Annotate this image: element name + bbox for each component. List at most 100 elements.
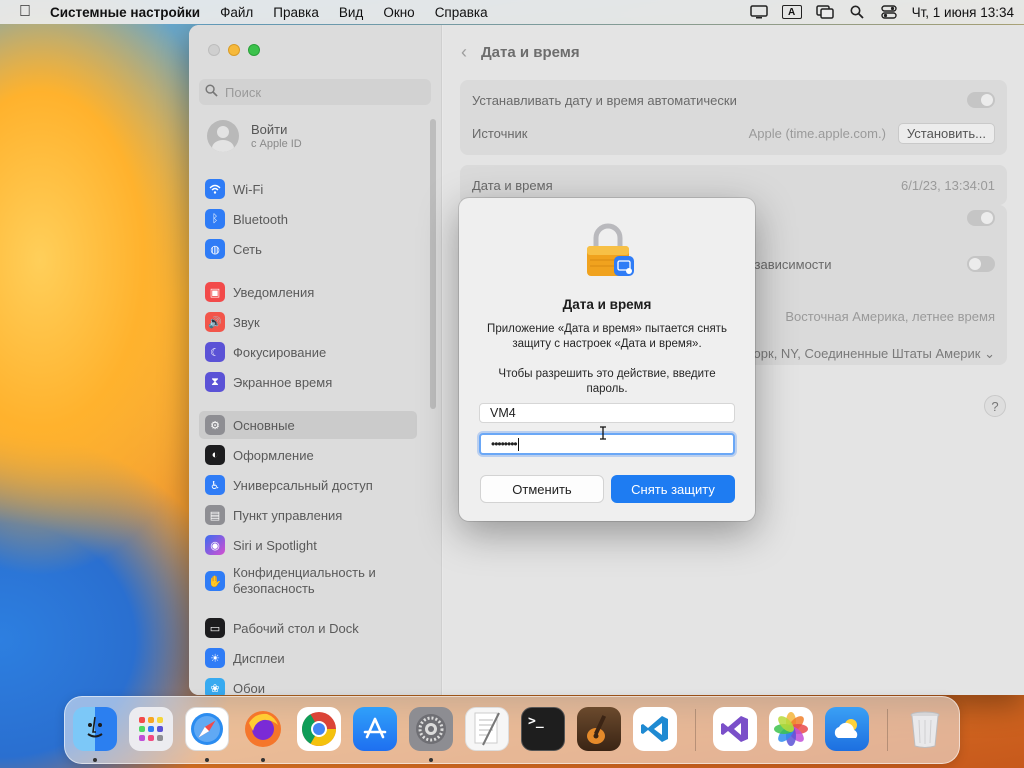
sidebar-item-screen-time[interactable]: ⧗ Экранное время — [199, 368, 417, 396]
screen-time-icon: ⧗ — [205, 372, 225, 392]
menu-clock[interactable]: Чт, 1 июня 13:34 — [912, 5, 1014, 20]
help-button[interactable]: ? — [984, 395, 1006, 417]
running-indicator — [205, 758, 209, 762]
datetime-value: 6/1/23, 13:34:01 — [901, 177, 995, 193]
menu-app-name[interactable]: Системные настройки — [40, 5, 210, 20]
close-button[interactable] — [208, 44, 220, 56]
sidebar-item-general[interactable]: ⚙ Основные — [199, 411, 417, 439]
username-field[interactable]: VM4 — [479, 403, 735, 423]
zoom-button[interactable] — [248, 44, 260, 56]
siri-icon: ◉ — [205, 535, 225, 555]
trash-icon[interactable] — [903, 707, 947, 751]
gear-icon: ⚙ — [205, 415, 225, 435]
set-source-button[interactable]: Установить... — [897, 122, 995, 144]
menu-edit[interactable]: Правка — [263, 5, 329, 20]
search-input[interactable]: Поиск — [199, 79, 431, 105]
sidebar-item-focus[interactable]: ☾ Фокусирование — [199, 338, 417, 366]
sidebar-item-privacy[interactable]: ✋ Конфиденциальность и безопасность — [199, 561, 417, 601]
sound-icon: 🔊 — [205, 312, 225, 332]
location-toggle[interactable] — [967, 256, 995, 272]
sidebar-item-bluetooth[interactable]: ᛒ Bluetooth — [199, 205, 417, 233]
menu-window[interactable]: Окно — [373, 5, 424, 20]
sidebar-item-label: Оформление — [233, 447, 314, 463]
displays-icon: ☀ — [205, 648, 225, 668]
auto-time-toggle[interactable] — [967, 92, 995, 108]
sidebar-item-label: Siri и Spotlight — [233, 537, 317, 553]
menu-help[interactable]: Справка — [425, 5, 498, 20]
control-center-icon[interactable] — [880, 5, 898, 19]
vscode-icon[interactable] — [633, 707, 677, 751]
sidebar-item-label: Универсальный доступ — [233, 477, 373, 493]
firefox-icon[interactable] — [241, 707, 285, 751]
datetime-label: Дата и время — [472, 177, 553, 193]
sidebar-item-label: Сеть — [233, 241, 262, 257]
spotlight-search-icon[interactable] — [848, 5, 866, 19]
safari-icon[interactable] — [185, 707, 229, 751]
focus-icon: ☾ — [205, 342, 225, 362]
chrome-icon[interactable] — [297, 707, 341, 751]
unlock-button[interactable]: Снять защиту — [611, 475, 735, 503]
sidebar-item-control-center[interactable]: ▤ Пункт управления — [199, 501, 417, 529]
launchpad-icon[interactable] — [129, 707, 173, 751]
sidebar-item-network[interactable]: ◍ Сеть — [199, 235, 417, 263]
sidebar-item-wallpaper[interactable]: ❀ Обои — [199, 674, 417, 695]
apple-menu-icon[interactable]:  — [10, 3, 40, 21]
garageband-icon[interactable] — [577, 707, 621, 751]
apple-id-sign-in[interactable]: Войти с Apple ID — [207, 120, 302, 152]
sidebar-item-label: Уведомления — [233, 284, 315, 300]
dock: >_ — [64, 696, 960, 764]
app-store-icon[interactable] — [353, 707, 397, 751]
sidebar-item-displays[interactable]: ☀ Дисплеи — [199, 644, 417, 672]
sidebar-item-label: Основные — [233, 417, 295, 433]
auto-time-group: Устанавливать дату и время автоматически… — [460, 80, 1007, 155]
dialog-prompt: Чтобы разрешить это действие, введите па… — [498, 368, 716, 395]
page-title: Дата и время — [481, 44, 580, 61]
visual-studio-icon[interactable] — [713, 707, 757, 751]
sidebar-item-label: Bluetooth — [233, 211, 288, 227]
sidebar-item-label: Wi-Fi — [233, 181, 264, 197]
notifications-icon: ▣ — [205, 282, 225, 302]
system-settings-icon[interactable] — [409, 707, 453, 751]
terminal-icon[interactable]: >_ — [521, 707, 565, 751]
photos-icon[interactable] — [769, 707, 813, 751]
cancel-button[interactable]: Отменить — [480, 475, 604, 503]
back-chevron-icon[interactable]: ‹ — [461, 42, 467, 63]
source-label: Источник — [472, 125, 528, 141]
weather-icon[interactable] — [825, 707, 869, 751]
sidebar-item-siri-spotlight[interactable]: ◉ Siri и Spotlight — [199, 531, 417, 559]
menu-bar:  Системные настройки Файл Правка Вид Ок… — [0, 0, 1024, 24]
username-value: VM4 — [490, 406, 516, 420]
running-indicator — [261, 758, 265, 762]
control-center-icon: ▤ — [205, 505, 225, 525]
search-icon — [205, 84, 219, 100]
text-caret — [517, 437, 519, 451]
sidebar-item-wifi[interactable]: Wi-Fi — [199, 175, 417, 203]
sidebar-item-label: Звук — [233, 314, 260, 330]
closest-city-value: орк, NY, Соединенные Штаты Америк — [753, 346, 981, 361]
display-icon[interactable] — [749, 5, 768, 19]
running-indicator — [93, 758, 97, 762]
screen-mirroring-icon[interactable] — [815, 5, 834, 19]
menu-file[interactable]: Файл — [210, 5, 263, 20]
textedit-icon[interactable] — [465, 707, 509, 751]
timezone-auto-toggle[interactable] — [967, 210, 995, 226]
finder-icon[interactable] — [73, 707, 117, 751]
closest-city-select[interactable]: орк, NY, Соединенные Штаты Америк ⌄ — [754, 346, 995, 362]
sidebar-item-accessibility[interactable]: ♿ Универсальный доступ — [199, 471, 417, 499]
input-source-icon[interactable]: A — [781, 5, 802, 19]
menu-view[interactable]: Вид — [329, 5, 373, 20]
account-subtitle: с Apple ID — [251, 138, 302, 150]
sidebar-item-label: Конфиденциальность и безопасность — [233, 565, 376, 596]
sidebar-item-notifications[interactable]: ▣ Уведомления — [199, 278, 417, 306]
minimize-button[interactable] — [228, 44, 240, 56]
sidebar-item-desktop-dock[interactable]: ▭ Рабочий стол и Dock — [199, 614, 417, 642]
wifi-icon — [205, 179, 225, 199]
network-icon: ◍ — [205, 239, 225, 259]
sidebar-item-label: Экранное время — [233, 374, 333, 390]
running-indicator — [429, 758, 433, 762]
sidebar-scrollbar[interactable] — [430, 119, 436, 409]
sidebar-item-sound[interactable]: 🔊 Звук — [199, 308, 417, 336]
search-placeholder: Поиск — [225, 84, 262, 100]
bluetooth-icon: ᛒ — [205, 209, 225, 229]
sidebar-item-appearance[interactable]: ◐ Оформление — [199, 441, 417, 469]
